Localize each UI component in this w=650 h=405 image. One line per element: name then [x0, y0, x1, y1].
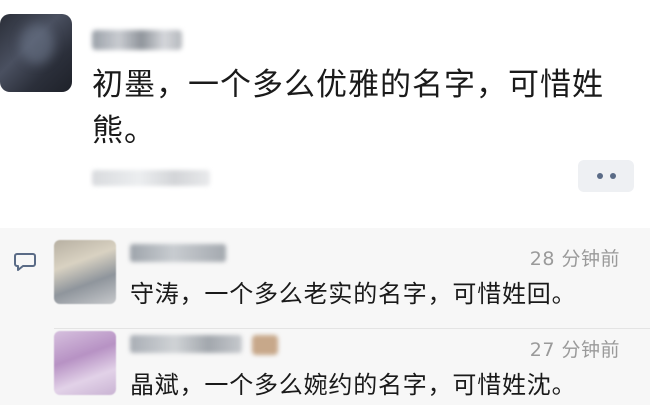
comment-timestamp: 27 分钟前 — [529, 339, 620, 361]
comment-text: 晶斌，一个多么婉约的名字，可惜姓沈。 — [130, 371, 577, 399]
comment-text: 守涛，一个多么老实的名字，可惜姓回。 — [130, 280, 577, 308]
author-avatar[interactable] — [0, 14, 72, 92]
more-button[interactable] — [578, 160, 634, 192]
more-dots-icon — [596, 173, 603, 179]
more-dots-icon — [609, 173, 616, 179]
comment-timestamp: 28 分钟前 — [529, 248, 620, 270]
post-card: 初墨，一个多么优雅的名字，可惜姓熊。 — [0, 0, 650, 228]
commenter-avatar[interactable] — [54, 331, 116, 395]
comment-item: 28 分钟前 守涛，一个多么老实的名字，可惜姓回。 — [54, 238, 650, 328]
comment-item: 27 分钟前 晶斌，一个多么婉约的名字，可惜姓沈。 — [54, 329, 650, 405]
commenter-avatar[interactable] — [54, 240, 116, 304]
post-timestamp-blurred — [92, 170, 210, 186]
commenter-tag-blurred — [252, 335, 278, 355]
comments-section: 28 分钟前 守涛，一个多么老实的名字，可惜姓回。 27 分钟前 晶斌，一个多么… — [0, 228, 650, 405]
author-name-blurred[interactable] — [92, 30, 182, 50]
speech-bubble-icon — [14, 253, 36, 271]
commenter-name-blurred[interactable] — [130, 335, 242, 353]
commenter-name-blurred[interactable] — [130, 244, 226, 262]
post-text: 初墨，一个多么优雅的名字，可惜姓熊。 — [92, 67, 604, 149]
